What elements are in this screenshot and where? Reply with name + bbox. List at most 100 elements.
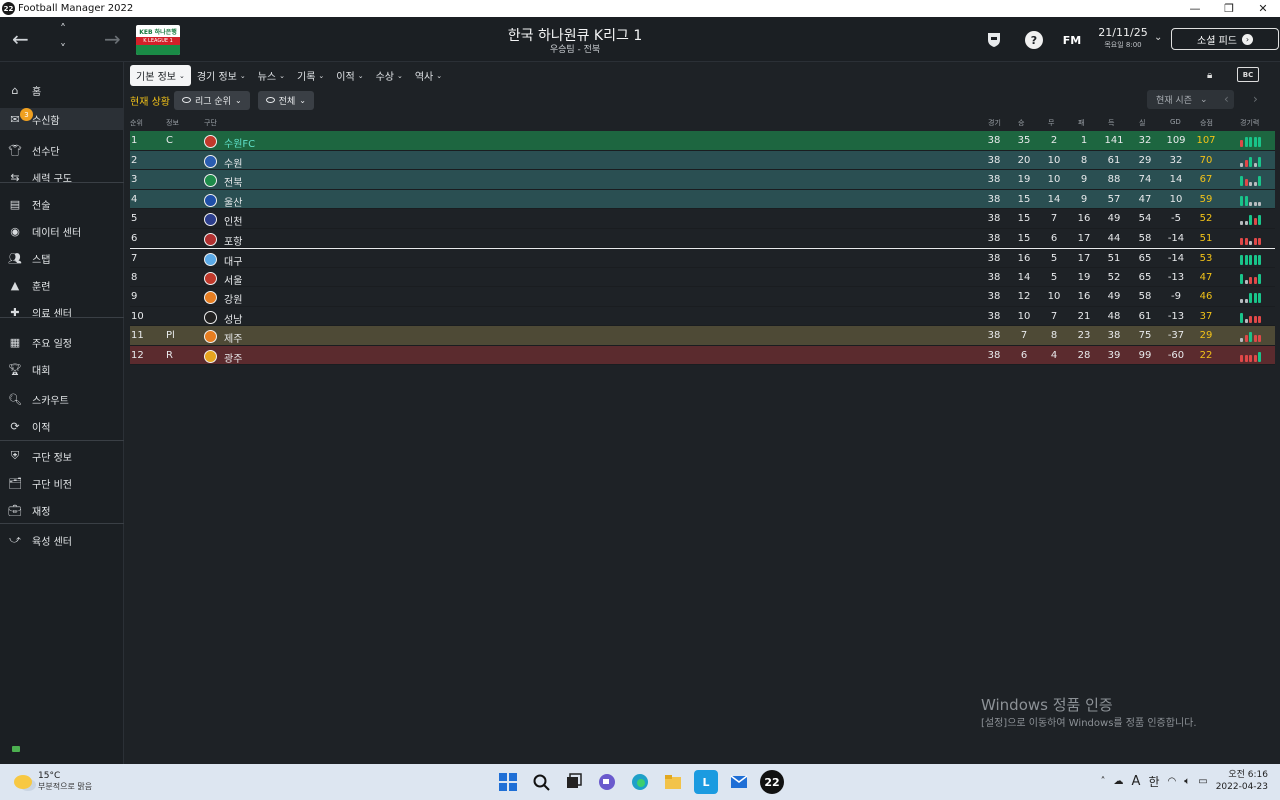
tab-5[interactable]: 수상 ⌄ <box>370 65 409 86</box>
sidebar-item-scout[interactable]: 🔍︎ 스카우트 <box>0 388 124 410</box>
sidebar-item-shirt[interactable]: 👕︎ 선수단 <box>0 139 124 161</box>
table-row[interactable]: 3 전북 38 19 10 9 88 74 14 67 <box>130 170 1275 190</box>
forward-arrow-icon[interactable]: → <box>104 29 121 49</box>
cell-club[interactable]: 대구 <box>224 253 242 268</box>
tab-4[interactable]: 이적 ⌄ <box>330 65 369 86</box>
weather-widget[interactable]: 15°C 부분적으로 맑음 <box>14 771 92 792</box>
table-row[interactable]: 12 R 광주 38 6 4 28 39 99 -60 22 <box>130 345 1275 365</box>
column-header[interactable]: 경기 <box>988 118 1001 128</box>
column-header[interactable]: 실 <box>1139 118 1145 128</box>
wifi-icon[interactable]: ◠ <box>1168 776 1177 787</box>
sidebar-item-trophy[interactable]: 🏆︎ 대회 <box>0 358 124 380</box>
tab-6[interactable]: 역사 ⌄ <box>409 65 448 86</box>
search-icon[interactable] <box>529 770 553 794</box>
tab-0[interactable]: 기본 정보 ⌄ <box>130 65 191 86</box>
task-view-icon[interactable] <box>562 770 586 794</box>
close-icon[interactable]: ✕ <box>1246 0 1280 17</box>
sidebar-item-data[interactable]: ◉ 데이터 센터 <box>0 220 124 242</box>
cell-club[interactable]: 제주 <box>224 330 242 345</box>
cell-club[interactable]: 서울 <box>224 272 242 287</box>
edge-icon[interactable] <box>628 770 652 794</box>
table-row[interactable]: 6 포항 38 15 6 17 44 58 -14 51 <box>130 229 1275 248</box>
chevron-up-icon[interactable]: ˄ <box>1101 776 1106 787</box>
column-header[interactable]: 정보 <box>166 118 179 128</box>
sidebar-item-home[interactable]: ⌂ 홈 <box>0 79 124 101</box>
column-header[interactable]: 승 <box>1018 118 1024 128</box>
tab-2[interactable]: 뉴스 ⌄ <box>252 65 291 86</box>
sidebar-item-medical[interactable]: ✚ 의료 센터 <box>0 301 124 323</box>
speaker-icon[interactable]: 🔈︎ <box>1184 776 1190 787</box>
league-logo[interactable]: KEB 하나은행 K LEAGUE 1 <box>136 25 180 55</box>
column-header[interactable]: 구단 <box>204 118 217 128</box>
next-season-icon[interactable]: › <box>1253 92 1258 106</box>
table-row[interactable]: 1 C 수원FC 38 35 2 1 141 32 109 107 <box>130 131 1275 151</box>
sidebar-item-transfer[interactable]: ⟳ 이적 <box>0 415 124 437</box>
cell-club[interactable]: 전북 <box>224 174 242 189</box>
tab-3[interactable]: 기록 ⌄ <box>291 65 330 86</box>
football-manager-icon[interactable]: 22 <box>760 770 784 794</box>
all-filter-dropdown[interactable]: 전체 ⌄ <box>257 90 314 110</box>
column-header[interactable]: 경기력 <box>1240 118 1259 128</box>
mail-icon[interactable] <box>727 770 751 794</box>
sidebar-item-inbox[interactable]: ✉ 3 수신함 <box>0 108 124 130</box>
minimize-icon[interactable]: — <box>1178 0 1212 17</box>
column-header[interactable]: 패 <box>1078 118 1084 128</box>
up-arrow-icon[interactable]: ˄ <box>60 19 66 39</box>
sidebar-item-vision[interactable]: 🗂︎ 구단 비전 <box>0 472 124 494</box>
launcher-icon[interactable]: L <box>694 770 718 794</box>
sidebar-item-tactics[interactable]: ▤ 전술 <box>0 193 124 215</box>
back-arrow-icon[interactable]: ← <box>12 29 29 49</box>
tab-1[interactable]: 경기 정보 ⌄ <box>191 65 252 86</box>
fm-icon[interactable]: FM <box>1063 31 1081 49</box>
sidebar-item-club-info[interactable]: ⛨ 구단 정보 <box>0 445 124 467</box>
broadcast-icon[interactable]: BC <box>1237 67 1259 82</box>
sidebar-item-finance[interactable]: 💼︎ 재정 <box>0 499 124 521</box>
table-row[interactable]: 11 Pl 제주 38 7 8 23 38 75 -37 29 <box>130 326 1275 346</box>
table-row[interactable]: 10 성남 38 10 7 21 48 61 -13 37 <box>130 307 1275 326</box>
table-row[interactable]: 5 인천 38 15 7 16 49 54 -5 52 <box>130 209 1275 229</box>
start-icon[interactable] <box>496 770 520 794</box>
status-icon[interactable] <box>12 746 20 752</box>
restore-icon[interactable]: ❐ <box>1212 0 1246 17</box>
ime-language-indicator[interactable]: 한 <box>1148 773 1159 790</box>
table-row[interactable]: 7 대구 38 16 5 17 51 65 -14 53 <box>130 248 1275 268</box>
table-row[interactable]: 2 수원 38 20 10 8 61 29 32 70 <box>130 150 1275 170</box>
sidebar-item-development[interactable]: ⤻ 육성 센터 <box>0 529 124 551</box>
folder-icon[interactable] <box>661 770 685 794</box>
cell-club[interactable]: 강원 <box>224 291 242 306</box>
social-feed-button[interactable]: 소셜 피드 › <box>1171 28 1279 50</box>
column-header[interactable]: 순위 <box>130 118 143 128</box>
column-header[interactable]: 승점 <box>1200 118 1213 128</box>
cell-club[interactable]: 수원FC <box>224 135 255 150</box>
sidebar-item-dynamics[interactable]: ⇆ 세력 구도 <box>0 166 124 188</box>
club-crest-icon[interactable] <box>985 31 1003 49</box>
column-header[interactable]: GD <box>1170 118 1181 126</box>
cloud-icon[interactable]: ☁ <box>1114 776 1124 787</box>
battery-icon[interactable]: ▭ <box>1198 776 1207 787</box>
game-date[interactable]: 21/11/25 목요일 8:00 <box>1098 26 1148 50</box>
table-row[interactable]: 4 울산 38 15 14 9 57 47 10 59 <box>130 189 1275 209</box>
league-table-dropdown[interactable]: 리그 순위 ⌄ <box>173 90 250 110</box>
table-row[interactable]: 8 서울 38 14 5 19 52 65 -13 47 <box>130 268 1275 287</box>
chat-icon[interactable] <box>595 770 619 794</box>
help-icon[interactable]: ? <box>1025 31 1043 49</box>
sidebar-item-training[interactable]: ▲ 훈련 <box>0 274 124 296</box>
cell-club[interactable]: 울산 <box>224 194 242 209</box>
season-dropdown[interactable]: 현재 시즌 ⌄ <box>1147 90 1234 109</box>
cell-club[interactable]: 포항 <box>224 233 242 248</box>
table-row[interactable]: 9 강원 38 12 10 16 49 58 -9 46 <box>130 287 1275 307</box>
prev-season-icon[interactable]: ‹ <box>1224 92 1229 106</box>
chevron-down-icon[interactable]: ⌄ <box>1154 32 1162 43</box>
cell-club[interactable]: 수원 <box>224 155 242 170</box>
down-arrow-icon[interactable]: ˅ <box>60 39 66 59</box>
cell-club[interactable]: 인천 <box>224 213 242 228</box>
clock[interactable]: 오전 6:16 2022-04-23 <box>1216 769 1268 793</box>
lock-icon[interactable]: 🔒︎ <box>1207 70 1212 81</box>
ime-a-indicator[interactable]: A <box>1132 774 1141 789</box>
cell-club[interactable]: 성남 <box>224 311 242 326</box>
column-header[interactable]: 무 <box>1048 118 1054 128</box>
sidebar-item-staff[interactable]: 👥︎ 스탭 <box>0 247 124 269</box>
sidebar-item-calendar[interactable]: ▦ 주요 일정 <box>0 331 124 353</box>
column-header[interactable]: 득 <box>1108 118 1114 128</box>
cell-club[interactable]: 광주 <box>224 350 242 365</box>
